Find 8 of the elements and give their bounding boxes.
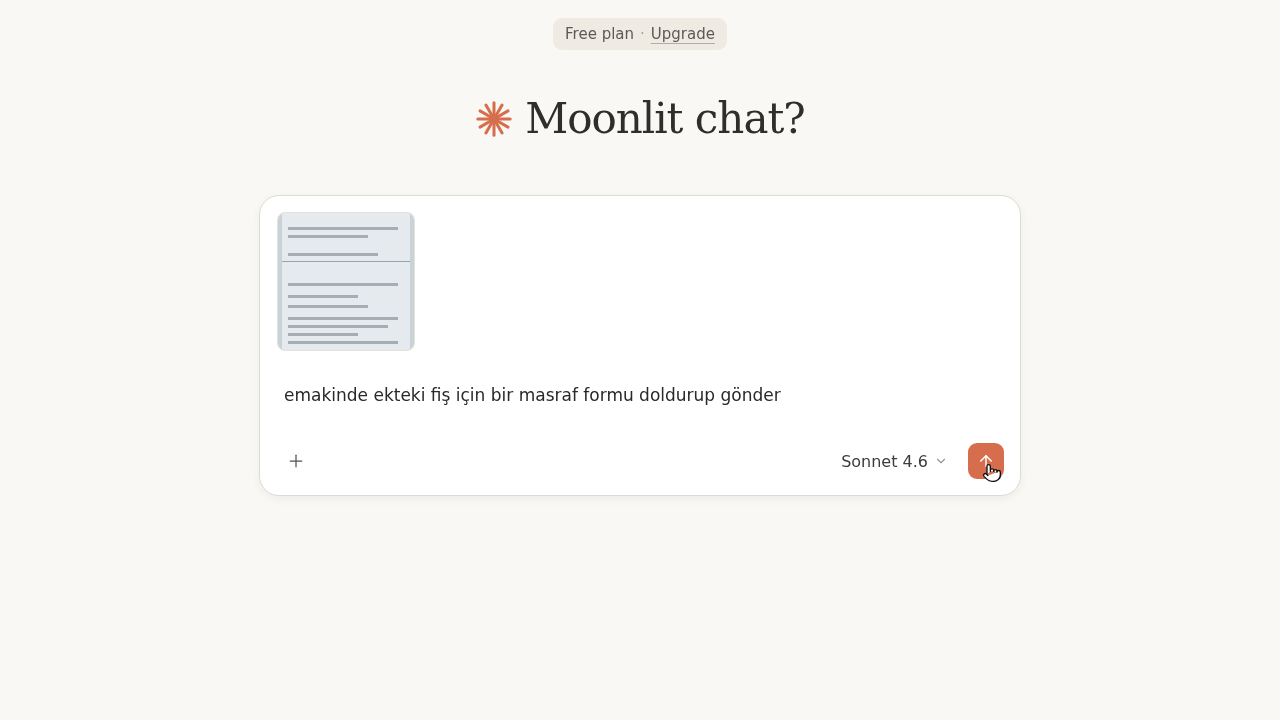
hand-cursor-icon [982,463,1002,483]
plan-label: Free plan [565,25,635,43]
separator-dot: · [640,25,645,43]
asterisk-logo-icon [475,99,514,138]
message-input[interactable]: emakinde ekteki fiş için bir masraf formu doldurup gönder [284,385,1004,405]
model-selector[interactable]: Sonnet 4.6 [835,450,954,472]
upgrade-link[interactable]: Upgrade [650,25,715,43]
greeting-title: Moonlit chat? [525,94,805,143]
